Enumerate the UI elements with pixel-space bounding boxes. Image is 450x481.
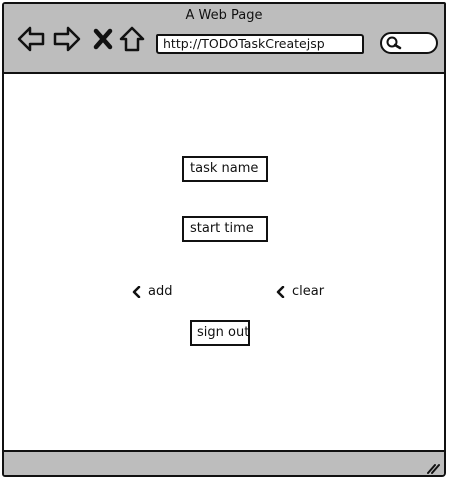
close-x-icon xyxy=(93,28,113,50)
search-box[interactable] xyxy=(380,32,438,54)
add-label: add xyxy=(148,284,173,299)
resize-grip[interactable] xyxy=(426,459,440,474)
chevron-left-icon xyxy=(276,285,285,298)
task-name-field[interactable]: task name xyxy=(182,156,268,182)
back-arrow-icon xyxy=(17,26,45,52)
stop-button[interactable] xyxy=(88,24,118,54)
resize-grip-icon xyxy=(427,464,440,474)
clear-label: clear xyxy=(292,284,325,299)
home-icon xyxy=(119,26,145,52)
forward-arrow-icon xyxy=(53,26,81,52)
search-icon xyxy=(386,36,402,50)
chevron-left-icon xyxy=(132,285,141,298)
status-bar xyxy=(4,450,444,475)
browser-toolbar: A Web Page http://TODOTaskCreatejsp xyxy=(4,4,444,74)
add-button[interactable]: add xyxy=(132,284,172,299)
address-bar[interactable]: http://TODOTaskCreatejsp xyxy=(156,34,364,54)
forward-button[interactable] xyxy=(52,24,82,54)
sign-out-button[interactable]: sign out xyxy=(190,320,250,346)
page-content: task name start time add clear sign out xyxy=(4,74,444,456)
browser-window: A Web Page http://TODOTaskCreatejsp task… xyxy=(2,2,446,477)
back-button[interactable] xyxy=(16,24,46,54)
start-time-field[interactable]: start time xyxy=(182,216,268,242)
home-button[interactable] xyxy=(117,24,147,54)
window-title: A Web Page xyxy=(185,8,263,23)
clear-button[interactable]: clear xyxy=(276,284,324,299)
